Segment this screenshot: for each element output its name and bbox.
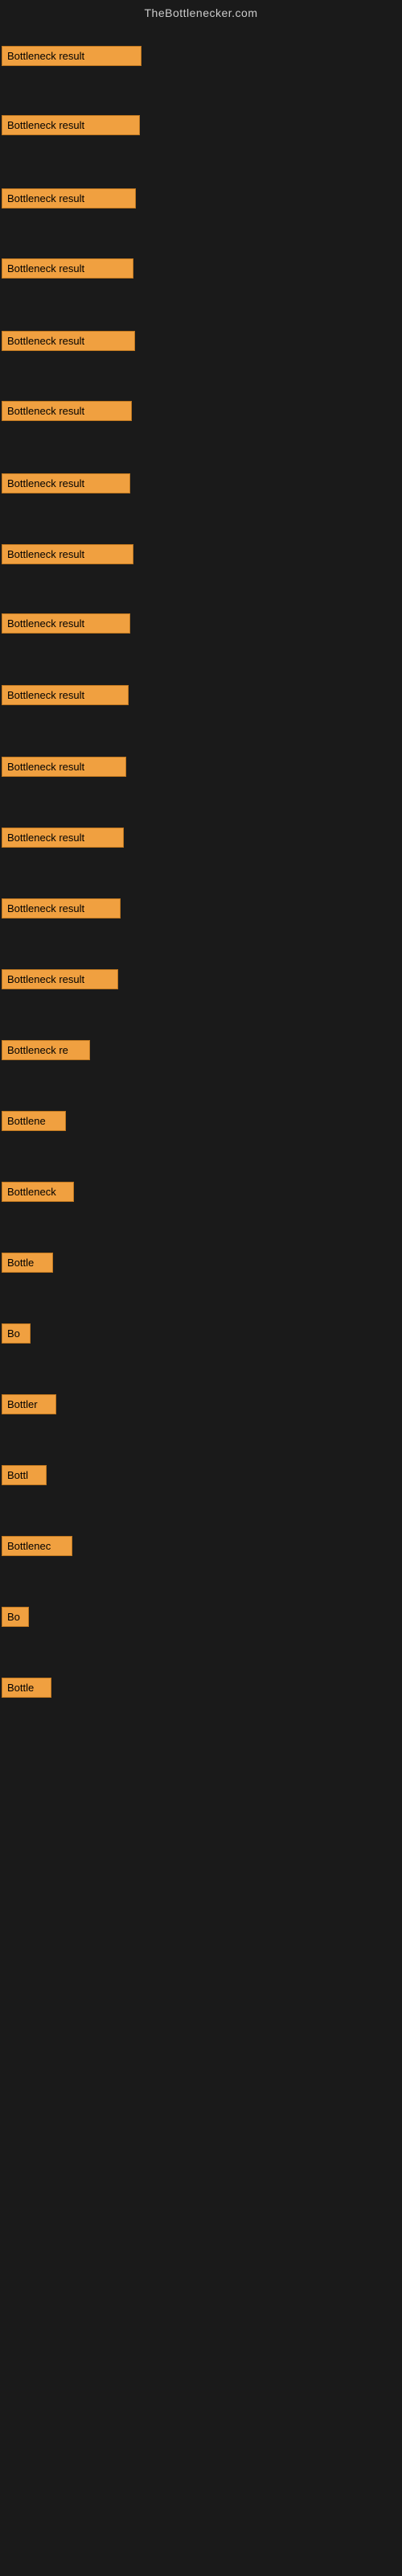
bottleneck-result-item[interactable]: Bottleneck result: [2, 685, 129, 705]
bottleneck-result-item[interactable]: Bottleneck result: [2, 757, 126, 777]
bottleneck-result-item[interactable]: Bottle: [2, 1253, 53, 1273]
bottleneck-result-item[interactable]: Bottl: [2, 1465, 47, 1485]
bottleneck-result-item[interactable]: Bottleneck result: [2, 115, 140, 135]
bottleneck-result-item[interactable]: Bo: [2, 1323, 31, 1344]
bottleneck-result-item[interactable]: Bottlene: [2, 1111, 66, 1131]
bottleneck-result-item[interactable]: Bottlenec: [2, 1536, 72, 1556]
bottleneck-result-item[interactable]: Bottleneck result: [2, 898, 121, 919]
bottleneck-result-item[interactable]: Bottleneck result: [2, 188, 136, 208]
bottleneck-result-item[interactable]: Bottleneck result: [2, 331, 135, 351]
bottleneck-result-item[interactable]: Bottleneck result: [2, 46, 142, 66]
bottleneck-result-item[interactable]: Bottleneck result: [2, 473, 130, 493]
bottleneck-result-item[interactable]: Bottleneck re: [2, 1040, 90, 1060]
bottleneck-result-item[interactable]: Bottleneck result: [2, 258, 133, 279]
bottleneck-result-item[interactable]: Bottleneck result: [2, 613, 130, 634]
bottleneck-result-item[interactable]: Bo: [2, 1607, 29, 1627]
bottleneck-result-item[interactable]: Bottleneck: [2, 1182, 74, 1202]
bottleneck-result-item[interactable]: Bottleneck result: [2, 544, 133, 564]
bottleneck-result-item[interactable]: Bottleneck result: [2, 828, 124, 848]
bottleneck-result-item[interactable]: Bottler: [2, 1394, 56, 1414]
bottleneck-result-item[interactable]: Bottleneck result: [2, 969, 118, 989]
bottleneck-result-item[interactable]: Bottle: [2, 1678, 51, 1698]
bottleneck-result-item[interactable]: Bottleneck result: [2, 401, 132, 421]
site-title: TheBottlenecker.com: [0, 0, 402, 23]
